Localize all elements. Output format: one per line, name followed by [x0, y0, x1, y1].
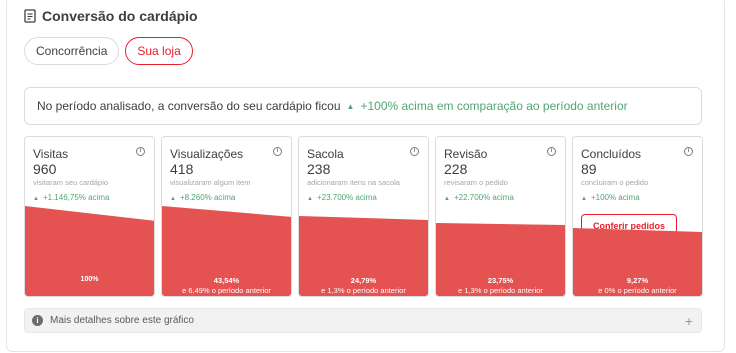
- card-value: 418: [170, 161, 194, 177]
- card-title: Concluídos: [581, 147, 642, 161]
- tab-sua-loja[interactable]: Sua loja: [125, 37, 193, 65]
- card-delta-text: +23.700% acima: [316, 193, 377, 202]
- card-comparison: 43,54% e 6,49% o período anterior: [162, 276, 291, 296]
- card-title: Sacola: [307, 147, 344, 161]
- plus-icon[interactable]: +: [685, 313, 693, 329]
- card-percentage: 23,75%: [487, 276, 514, 285]
- funnel-card-visitas: Visitas i 960 visitaram seu cardápio ▲ +1…: [24, 136, 155, 297]
- funnel-card-sacola: Sacola i 238 adicionaram itens na sacola…: [298, 136, 429, 297]
- document-icon: [24, 9, 36, 23]
- arrow-up-icon: ▲: [33, 196, 39, 202]
- card-comparison: 9,27% e 0% o período anterior: [573, 276, 702, 296]
- arrow-up-icon: ▲: [170, 196, 176, 202]
- arrow-up-icon: ▲: [444, 196, 450, 202]
- card-title: Visitas: [33, 147, 69, 161]
- panel-header: Conversão do cardápio: [24, 8, 198, 24]
- funnel-cards: Visitas i 960 visitaram seu cardápio ▲ +1…: [24, 136, 703, 297]
- card-subtitle: revisaram o pedido: [444, 178, 508, 187]
- funnel-card-concluidos: Concluídos i 89 concluiram o pedido ▲ +10…: [572, 136, 703, 297]
- card-delta: ▲ +1.146,75% acima: [33, 193, 109, 202]
- card-value: 960: [33, 161, 57, 177]
- card-comparison: 24,79% e 1,3% o período anterior: [299, 276, 428, 296]
- card-delta: ▲ +8.260% acima: [170, 193, 235, 202]
- summary-text: No período analisado, a conversão do seu…: [37, 99, 341, 113]
- arrow-up-icon: ▲: [581, 196, 587, 202]
- card-comparison-text: e 1,3% o período anterior: [321, 286, 406, 295]
- info-icon[interactable]: i: [547, 147, 556, 156]
- info-icon[interactable]: i: [410, 147, 419, 156]
- info-icon[interactable]: i: [273, 147, 282, 156]
- card-percentage: 43,54%: [213, 276, 240, 285]
- card-subtitle: concluiram o pedido: [581, 178, 649, 187]
- card-delta-text: +8.260% acima: [179, 193, 236, 202]
- card-percentage: 24,79%: [350, 276, 377, 285]
- funnel-card-revisao: Revisão i 228 revisaram o pedido ▲ +22.70…: [435, 136, 566, 297]
- info-icon[interactable]: i: [136, 147, 145, 156]
- card-percentage: 9,27%: [626, 276, 649, 285]
- chart-details-label: Mais detalhes sobre este gráfico: [50, 315, 194, 326]
- chart-details-toggle[interactable]: i Mais detalhes sobre este gráfico +: [24, 308, 702, 333]
- summary-highlight: +100% acima em comparação ao período ant…: [360, 99, 628, 113]
- info-icon[interactable]: i: [684, 147, 693, 156]
- card-delta-text: +1.146,75% acima: [42, 193, 110, 202]
- card-value: 89: [581, 161, 597, 177]
- card-subtitle: adicionaram itens na sacola: [307, 178, 400, 187]
- card-title: Visualizações: [170, 147, 244, 161]
- view-tabs: Concorrência Sua loja: [24, 37, 193, 65]
- card-delta: ▲ +22.700% acima: [444, 193, 514, 202]
- card-comparison: 23,75% e 1,3% o período anterior: [436, 276, 565, 296]
- conversion-summary: No período analisado, a conversão do seu…: [24, 87, 702, 125]
- card-comparison-text: e 6,49% o período anterior: [182, 286, 271, 295]
- funnel-card-visualizacoes: Visualizações i 418 visualizaram algum i…: [161, 136, 292, 297]
- info-icon: i: [32, 315, 43, 326]
- card-title: Revisão: [444, 147, 488, 161]
- card-value: 228: [444, 161, 468, 177]
- tab-concorrencia[interactable]: Concorrência: [24, 37, 120, 65]
- card-subtitle: visualizaram algum item: [170, 178, 251, 187]
- card-delta-text: +22.700% acima: [453, 193, 514, 202]
- arrow-up-icon: ▲: [346, 101, 355, 111]
- card-comparison-text: e 0% o período anterior: [598, 286, 677, 295]
- card-subtitle: visitaram seu cardápio: [33, 178, 109, 187]
- card-value: 238: [307, 161, 331, 177]
- page-title: Conversão do cardápio: [42, 8, 198, 24]
- card-delta-text: +100% acima: [590, 193, 640, 202]
- card-percentage: 100%: [80, 276, 99, 283]
- arrow-up-icon: ▲: [307, 196, 313, 202]
- card-comparison-text: e 1,3% o período anterior: [458, 286, 543, 295]
- card-delta: ▲ +23.700% acima: [307, 193, 377, 202]
- card-delta: ▲ +100% acima: [581, 193, 640, 202]
